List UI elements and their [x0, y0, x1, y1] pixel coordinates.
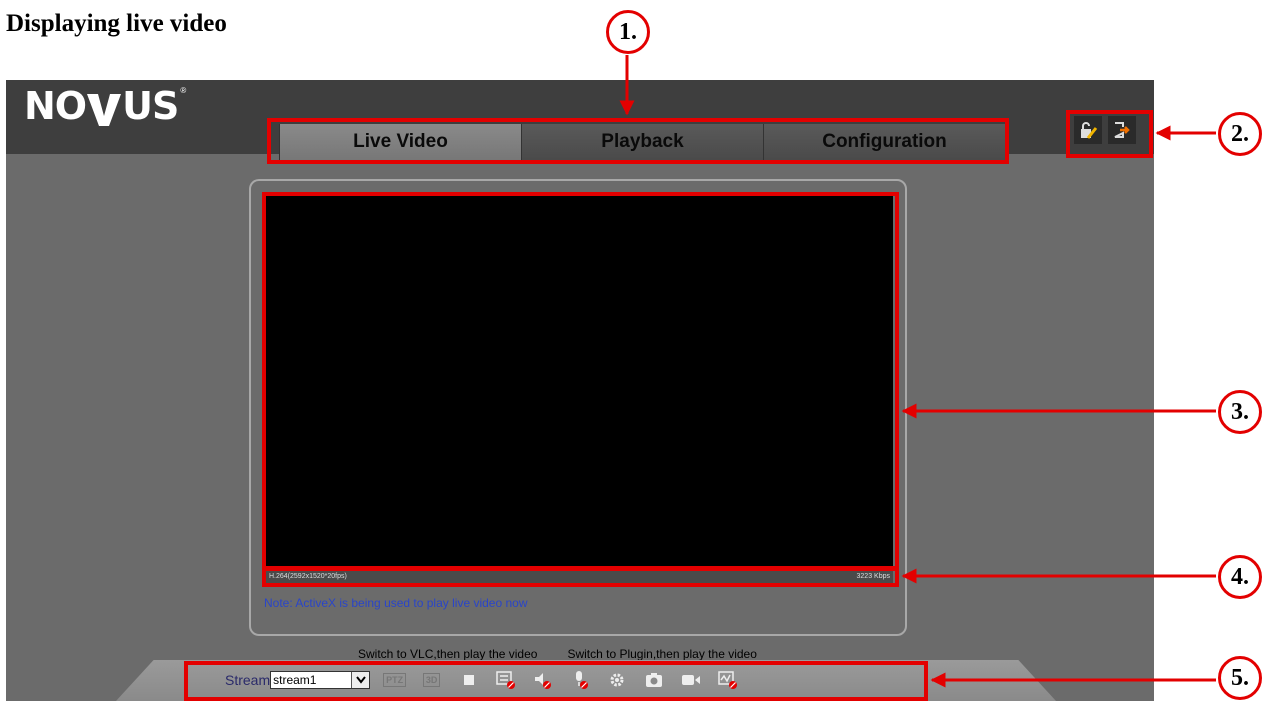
callout-1: 1. — [606, 10, 650, 54]
callout-5: 5. — [1218, 656, 1262, 700]
callout-3: 3. — [1218, 390, 1262, 434]
callout-2: 2. — [1218, 112, 1262, 156]
callout-4: 4. — [1218, 555, 1262, 599]
callout-arrows — [619, 55, 1216, 688]
